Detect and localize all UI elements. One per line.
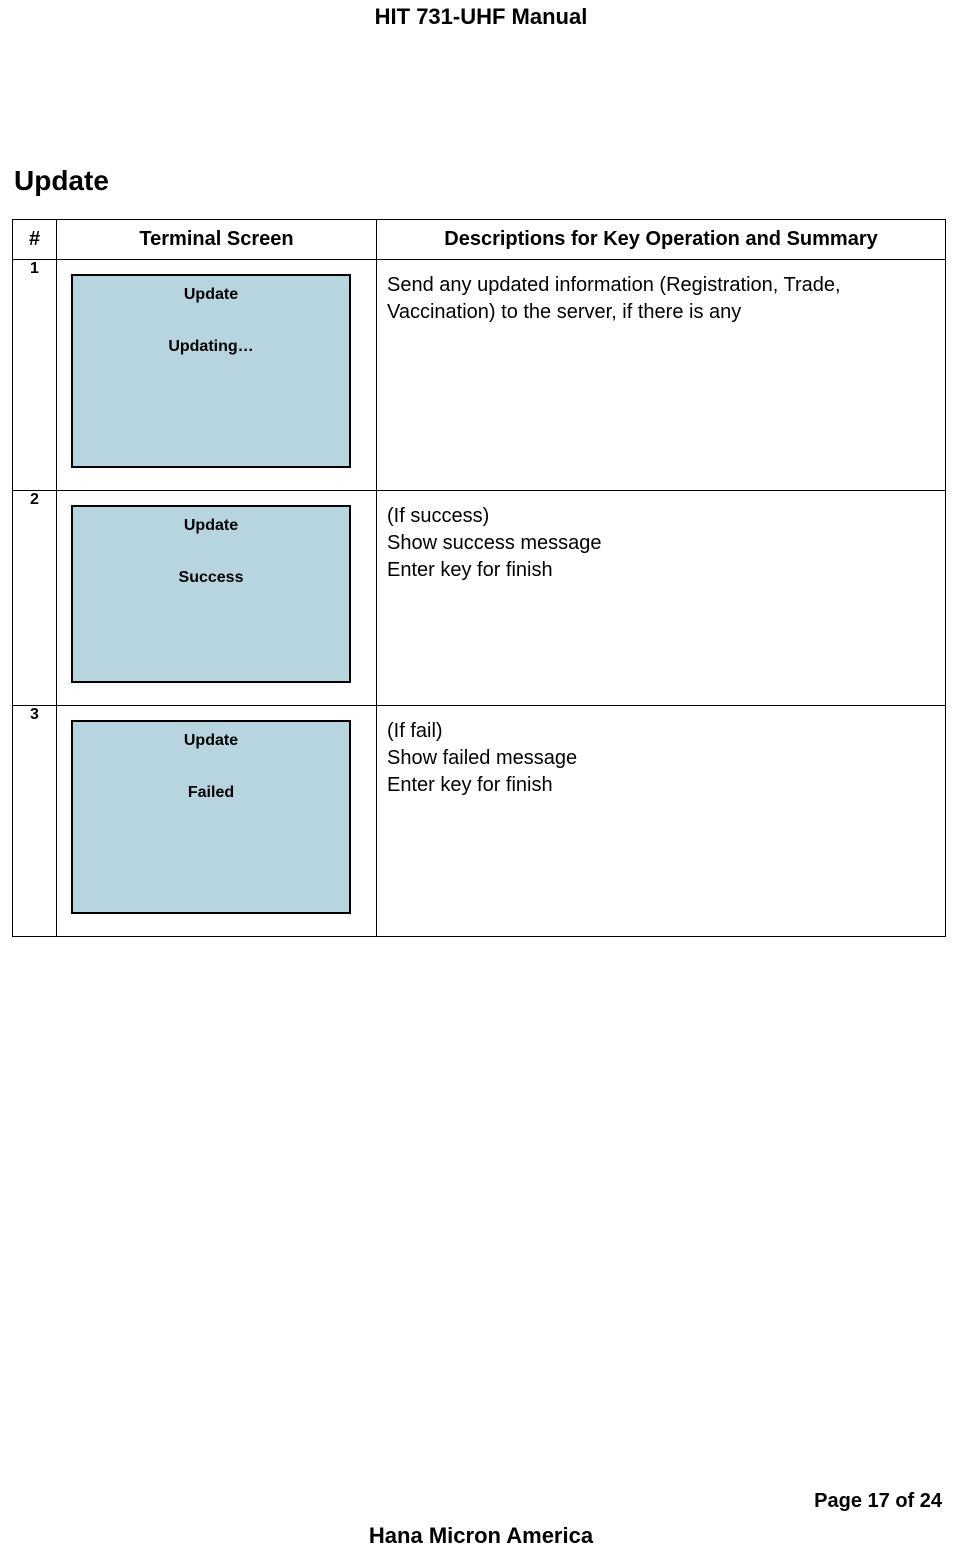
description-cell: (If success) Show success message Enter …	[377, 491, 946, 706]
terminal-title: Update	[73, 286, 349, 304]
description-line: Enter key for finish	[387, 557, 933, 584]
description-line: Show success message	[387, 530, 933, 557]
terminal-cell: Update Success	[57, 491, 377, 706]
description-cell: (If fail) Show failed message Enter key …	[377, 706, 946, 937]
header-terminal: Terminal Screen	[57, 220, 377, 260]
header-num: #	[13, 220, 57, 260]
description-text: Send any updated information (Registrati…	[387, 272, 933, 326]
table-row: 1 Update Updating… Send any updated info…	[13, 260, 946, 491]
table-header-row: # Terminal Screen Descriptions for Key O…	[13, 220, 946, 260]
description-cell: Send any updated information (Registrati…	[377, 260, 946, 491]
footer-company: Hana Micron America	[0, 1523, 962, 1549]
description-line: (If success)	[387, 503, 933, 530]
terminal-screen-box: Update Failed	[71, 720, 351, 914]
page-number: Page 17 of 24	[814, 1490, 942, 1513]
row-num: 3	[13, 706, 57, 937]
update-table: # Terminal Screen Descriptions for Key O…	[12, 219, 946, 937]
description-line: Enter key for finish	[387, 772, 933, 799]
document-header-title: HIT 731-UHF Manual	[0, 0, 962, 30]
table-row: 2 Update Success (If success) Show succe…	[13, 491, 946, 706]
terminal-status: Success	[73, 569, 349, 587]
table-row: 3 Update Failed (If fail) Show failed me…	[13, 706, 946, 937]
terminal-title: Update	[73, 732, 349, 750]
header-desc: Descriptions for Key Operation and Summa…	[377, 220, 946, 260]
row-num: 2	[13, 491, 57, 706]
terminal-screen-box: Update Success	[71, 505, 351, 683]
terminal-status: Updating…	[73, 338, 349, 356]
terminal-title: Update	[73, 517, 349, 535]
terminal-cell: Update Updating…	[57, 260, 377, 491]
row-num: 1	[13, 260, 57, 491]
terminal-screen-box: Update Updating…	[71, 274, 351, 468]
description-line: (If fail)	[387, 718, 933, 745]
description-line: Show failed message	[387, 745, 933, 772]
terminal-cell: Update Failed	[57, 706, 377, 937]
terminal-status: Failed	[73, 784, 349, 802]
section-title: Update	[14, 165, 962, 197]
